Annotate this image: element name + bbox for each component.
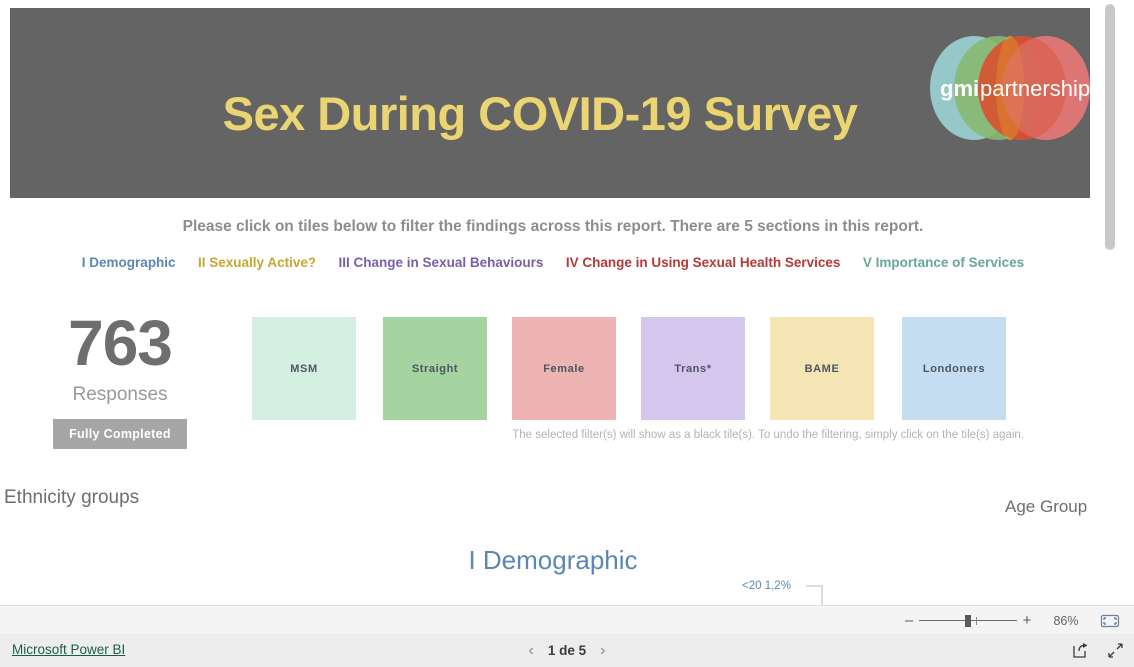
fit-to-page-icon[interactable] [1100, 614, 1120, 628]
filter-tile-label: BAME [804, 362, 840, 375]
powerbi-report-viewer: Sex During COVID-19 Survey gmi partnersh… [0, 0, 1134, 667]
nav-link-importance-of-services[interactable]: V Importance of Services [863, 255, 1024, 270]
share-glyph [1073, 643, 1088, 658]
filter-tile-label: Londoners [922, 362, 986, 375]
gmi-partnership-logo: gmi partnership [926, 32, 1094, 144]
zoom-in-button[interactable]: + [1020, 613, 1034, 628]
filter-tile-label: Straight [411, 362, 459, 375]
section-nav: I Demographic II Sexually Active? III Ch… [0, 254, 1106, 272]
nav-link-demographic[interactable]: I Demographic [82, 255, 176, 270]
filter-help-note: The selected filter(s) will show as a bl… [512, 429, 1024, 441]
filter-tile-bame[interactable]: BAME [770, 317, 874, 420]
nav-link-change-in-using-sexual-health-services[interactable]: IV Change in Using Sexual Health Service… [566, 255, 841, 270]
fullscreen-glyph [1108, 643, 1123, 658]
age-group-chart-title: Age Group [1005, 497, 1088, 516]
zoom-controls: – + 86% [902, 606, 1120, 635]
zoom-out-button[interactable]: – [902, 613, 916, 628]
filter-tile-straight[interactable]: Straight [383, 317, 487, 420]
report-canvas: Sex During COVID-19 Survey gmi partnersh… [0, 0, 1118, 605]
filter-tile-label: MSM [290, 362, 318, 375]
page-navigator: ‹ 1 de 5 › [0, 634, 1134, 667]
fit-to-page-glyph [1100, 614, 1120, 627]
age-pie-slice-label: <20 1,2% [742, 580, 791, 592]
filter-tile-label: Trans* [674, 362, 712, 375]
instruction-text: Please click on tiles below to filter th… [182, 218, 924, 235]
responses-label: Responses [72, 384, 168, 405]
filter-tile-group: MSM Straight Female Trans* BAME Londoner… [252, 317, 1012, 422]
status-bar-actions [1072, 634, 1124, 667]
age-pie-callout: <20 1,2% [742, 580, 832, 605]
vertical-scrollbar[interactable] [1102, 0, 1118, 605]
zoom-toolbar: – + 86% [0, 605, 1134, 636]
next-page-button[interactable]: › [600, 642, 605, 659]
report-header-banner: Sex During COVID-19 Survey gmi partnersh… [10, 8, 1090, 198]
nav-link-sexually-active[interactable]: II Sexually Active? [198, 255, 316, 270]
nav-link-change-in-sexual-behaviours[interactable]: III Change in Sexual Behaviours [339, 255, 544, 270]
status-bar: Microsoft Power BI ‹ 1 de 5 › [0, 634, 1134, 667]
responses-kpi-card: 763 Responses Fully Completed [30, 307, 210, 449]
zoom-level-label: 86% [1053, 613, 1079, 628]
page-indicator: 1 de 5 [547, 643, 587, 658]
ethnicity-pie-chart[interactable] [255, 596, 385, 605]
share-icon[interactable] [1072, 642, 1089, 659]
filter-tile-label: Female [543, 362, 585, 375]
logo-text-partnership: partnership [980, 76, 1090, 101]
filter-tile-msm[interactable]: MSM [252, 317, 356, 420]
vertical-scrollbar-thumb[interactable] [1105, 4, 1115, 250]
logo-text-gmi: gmi [940, 76, 979, 101]
logo-venn-svg: gmi partnership [930, 36, 1090, 140]
ethnicity-chart-title: Ethnicity groups [4, 487, 140, 508]
filter-tile-londoners[interactable]: Londoners [902, 317, 1006, 420]
callout-leader-line [806, 585, 823, 605]
responses-count: 763 [68, 307, 173, 379]
zoom-slider-notch [976, 616, 977, 625]
fullscreen-icon[interactable] [1107, 642, 1124, 659]
previous-page-button[interactable]: ‹ [529, 642, 534, 659]
filter-tile-trans[interactable]: Trans* [641, 317, 745, 420]
fully-completed-badge[interactable]: Fully Completed [53, 419, 187, 449]
zoom-slider-thumb[interactable] [965, 614, 971, 627]
ethnicity-pie-svg [255, 596, 385, 605]
page-title: Sex During COVID-19 Survey [222, 87, 858, 140]
filter-tile-female[interactable]: Female [512, 317, 616, 420]
zoom-slider[interactable] [919, 614, 1017, 628]
section-title-demographic: I Demographic [468, 545, 638, 575]
